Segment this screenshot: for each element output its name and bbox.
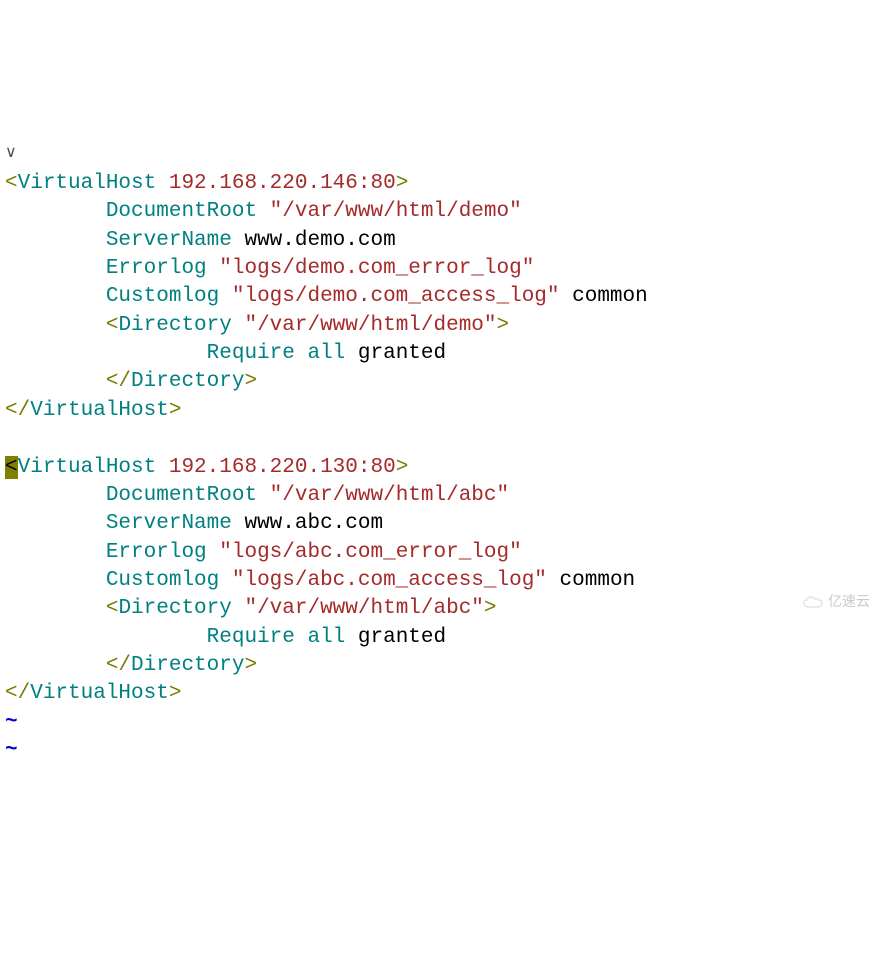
directive-documentroot: DocumentRoot bbox=[106, 200, 257, 223]
angle-close: > bbox=[396, 172, 409, 195]
empty-line-tilde: ~ bbox=[5, 711, 18, 734]
servername-value: www.demo.com bbox=[244, 229, 395, 252]
require-granted: granted bbox=[358, 342, 446, 365]
tag-virtualhost: VirtualHost bbox=[18, 172, 157, 195]
angle-close: > bbox=[244, 370, 257, 393]
customlog-value: "logs/demo.com_access_log" bbox=[232, 285, 560, 308]
customlog-format: common bbox=[572, 285, 648, 308]
directive-documentroot: DocumentRoot bbox=[106, 484, 257, 507]
angle-open: < bbox=[5, 172, 18, 195]
directive-require: Require bbox=[207, 342, 295, 365]
directive-servername: ServerName bbox=[106, 512, 232, 535]
angle-open: </ bbox=[5, 682, 30, 705]
directive-customlog: Customlog bbox=[106, 285, 219, 308]
require-all: all bbox=[307, 342, 345, 365]
angle-close: > bbox=[169, 682, 182, 705]
angle-open: </ bbox=[5, 399, 30, 422]
directive-require: Require bbox=[207, 626, 295, 649]
customlog-value: "logs/abc.com_access_log" bbox=[232, 569, 547, 592]
tag-virtualhost-close: VirtualHost bbox=[30, 399, 169, 422]
directive-errorlog: Errorlog bbox=[106, 541, 207, 564]
watermark: 亿速云 bbox=[802, 592, 870, 611]
cloud-icon bbox=[802, 595, 824, 609]
fold-marker: ∨ bbox=[5, 145, 15, 161]
tag-directory: Directory bbox=[118, 314, 231, 337]
errorlog-value: "logs/abc.com_error_log" bbox=[219, 541, 521, 564]
documentroot-value: "/var/www/html/abc" bbox=[270, 484, 509, 507]
directive-customlog: Customlog bbox=[106, 569, 219, 592]
watermark-text: 亿速云 bbox=[828, 592, 870, 611]
directive-errorlog: Errorlog bbox=[106, 257, 207, 280]
code-editor[interactable]: ∨ <VirtualHost 192.168.220.146:80> Docum… bbox=[0, 113, 876, 765]
customlog-format: common bbox=[560, 569, 636, 592]
tag-virtualhost: VirtualHost bbox=[18, 456, 157, 479]
servername-value: www.abc.com bbox=[244, 512, 383, 535]
require-all: all bbox=[307, 626, 345, 649]
angle-open: </ bbox=[106, 370, 131, 393]
angle-open: < bbox=[106, 314, 119, 337]
directory-path: "/var/www/html/demo" bbox=[244, 314, 496, 337]
angle-close: > bbox=[497, 314, 510, 337]
empty-line-tilde: ~ bbox=[5, 739, 18, 762]
tag-virtualhost-close: VirtualHost bbox=[30, 682, 169, 705]
directive-servername: ServerName bbox=[106, 229, 232, 252]
angle-close: > bbox=[169, 399, 182, 422]
require-granted: granted bbox=[358, 626, 446, 649]
vhost-address: 192.168.220.130:80 bbox=[169, 456, 396, 479]
cursor: < bbox=[5, 456, 18, 479]
errorlog-value: "logs/demo.com_error_log" bbox=[219, 257, 534, 280]
documentroot-value: "/var/www/html/demo" bbox=[270, 200, 522, 223]
tag-directory-close: Directory bbox=[131, 654, 244, 677]
angle-open: </ bbox=[106, 654, 131, 677]
tag-directory-close: Directory bbox=[131, 370, 244, 393]
angle-close: > bbox=[396, 456, 409, 479]
angle-close: > bbox=[244, 654, 257, 677]
vhost-address: 192.168.220.146:80 bbox=[169, 172, 396, 195]
